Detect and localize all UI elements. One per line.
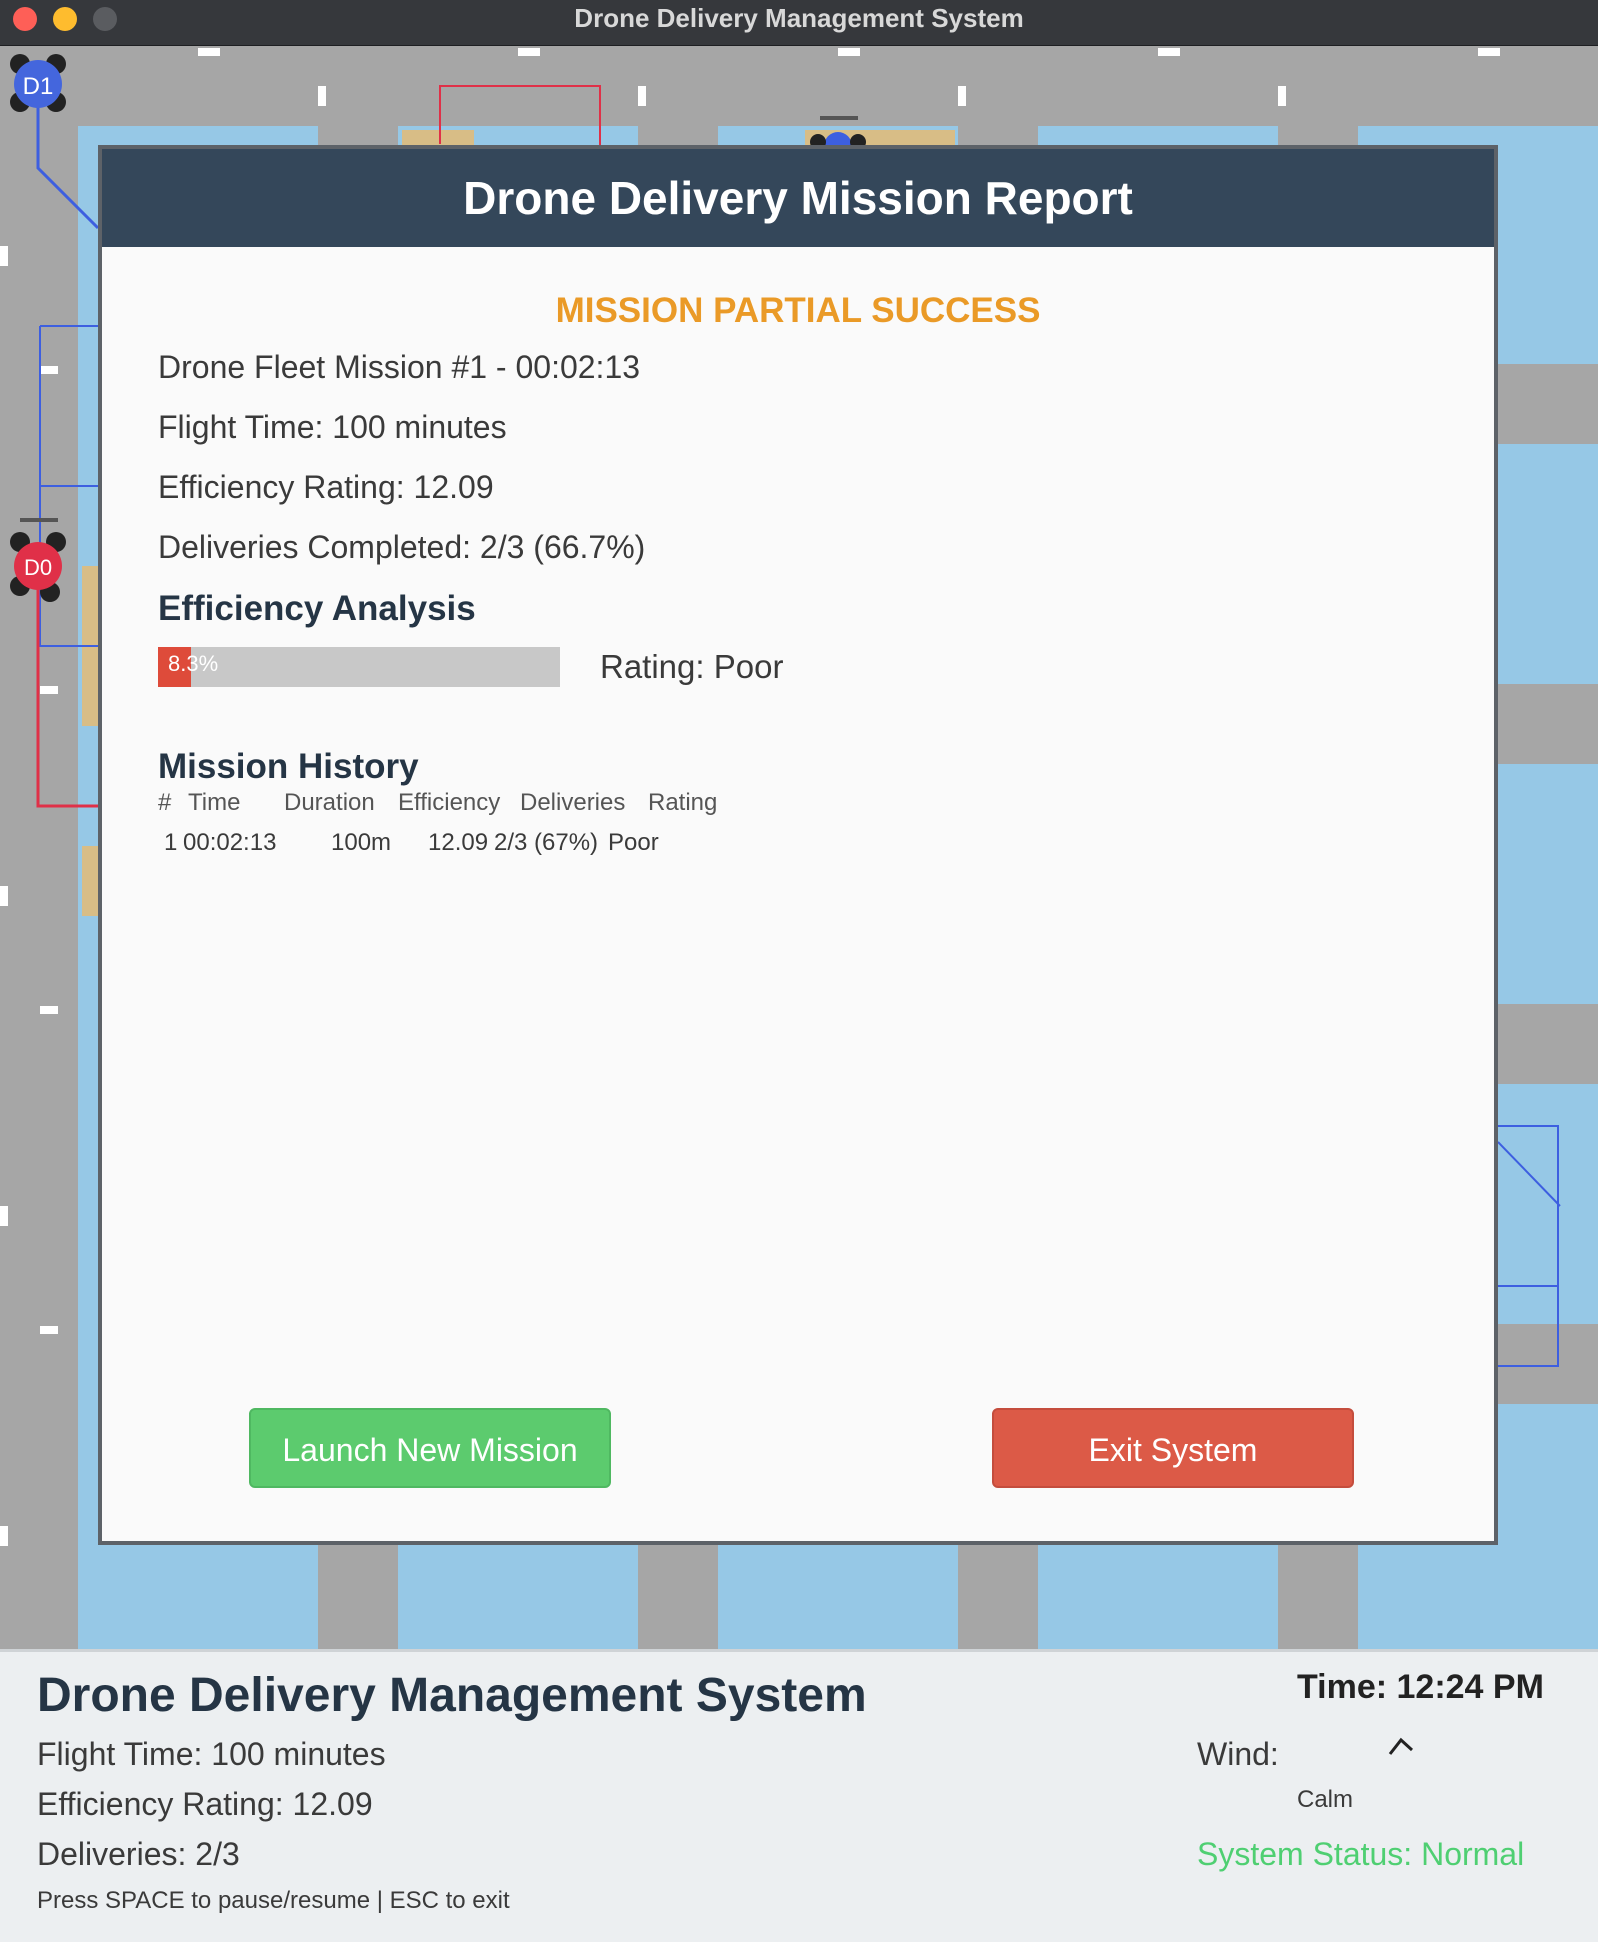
mission-id-line: Drone Fleet Mission #1 - 00:02:13 <box>158 349 641 385</box>
history-num: 1 <box>164 829 178 856</box>
history-time: 00:02:13 <box>183 829 277 856</box>
history-efficiency: 12.09 <box>428 829 489 856</box>
efficiency-analysis-title: Efficiency Analysis <box>158 589 476 628</box>
window-titlebar: Drone Delivery Management System <box>0 0 1598 46</box>
rating-text: Rating: Poor <box>600 648 784 685</box>
exit-system-button[interactable]: Exit System <box>992 1408 1354 1488</box>
history-col-time: Time <box>188 789 241 816</box>
mission-status: MISSION PARTIAL SUCCESS <box>555 291 1041 330</box>
drone-d0-label: D0 <box>24 555 52 580</box>
mission-history-title: Mission History <box>158 747 419 786</box>
flight-time-line: Flight Time: 100 minutes <box>158 409 507 445</box>
keyboard-hint: Press SPACE to pause/resume | ESC to exi… <box>37 1887 510 1914</box>
mission-report-dialog: Drone Delivery Mission Report MISSION PA… <box>98 145 1498 1545</box>
panel-deliveries: Deliveries: 2/3 <box>37 1836 240 1872</box>
efficiency-percent-label: 8.3% <box>168 651 219 676</box>
panel-title: Drone Delivery Management System <box>37 1669 867 1722</box>
wind-direction-icon <box>1388 1737 1414 1755</box>
panel-efficiency: Efficiency Rating: 12.09 <box>37 1786 373 1822</box>
efficiency-progress-bar: 8.3% <box>158 647 560 687</box>
history-duration: 100m <box>331 829 392 856</box>
history-col-rating: Rating <box>648 789 718 816</box>
clock-time: Time: 12:24 PM <box>1297 1668 1544 1706</box>
history-col-deliveries: Deliveries <box>520 789 626 816</box>
history-deliveries: 2/3 (67%) <box>494 829 599 856</box>
window-title: Drone Delivery Management System <box>574 3 1024 33</box>
system-status: System Status: Normal <box>1197 1836 1525 1872</box>
deliveries-line: Deliveries Completed: 2/3 (66.7%) <box>158 529 646 565</box>
efficiency-rating-line: Efficiency Rating: 12.09 <box>158 469 494 505</box>
history-col-efficiency: Efficiency <box>398 789 501 816</box>
wind-label: Wind: <box>1197 1736 1279 1772</box>
status-panel: Drone Delivery Management System Flight … <box>0 1649 1598 1942</box>
history-col-num: # <box>158 789 172 816</box>
drone-d1-label: D1 <box>23 73 54 100</box>
panel-flight-time: Flight Time: 100 minutes <box>37 1736 386 1772</box>
launch-new-mission-button[interactable]: Launch New Mission <box>249 1408 611 1488</box>
history-col-duration: Duration <box>284 789 375 816</box>
report-title: Drone Delivery Mission Report <box>102 149 1494 247</box>
wind-value: Calm <box>1297 1786 1354 1813</box>
history-rating: Poor <box>608 829 659 856</box>
